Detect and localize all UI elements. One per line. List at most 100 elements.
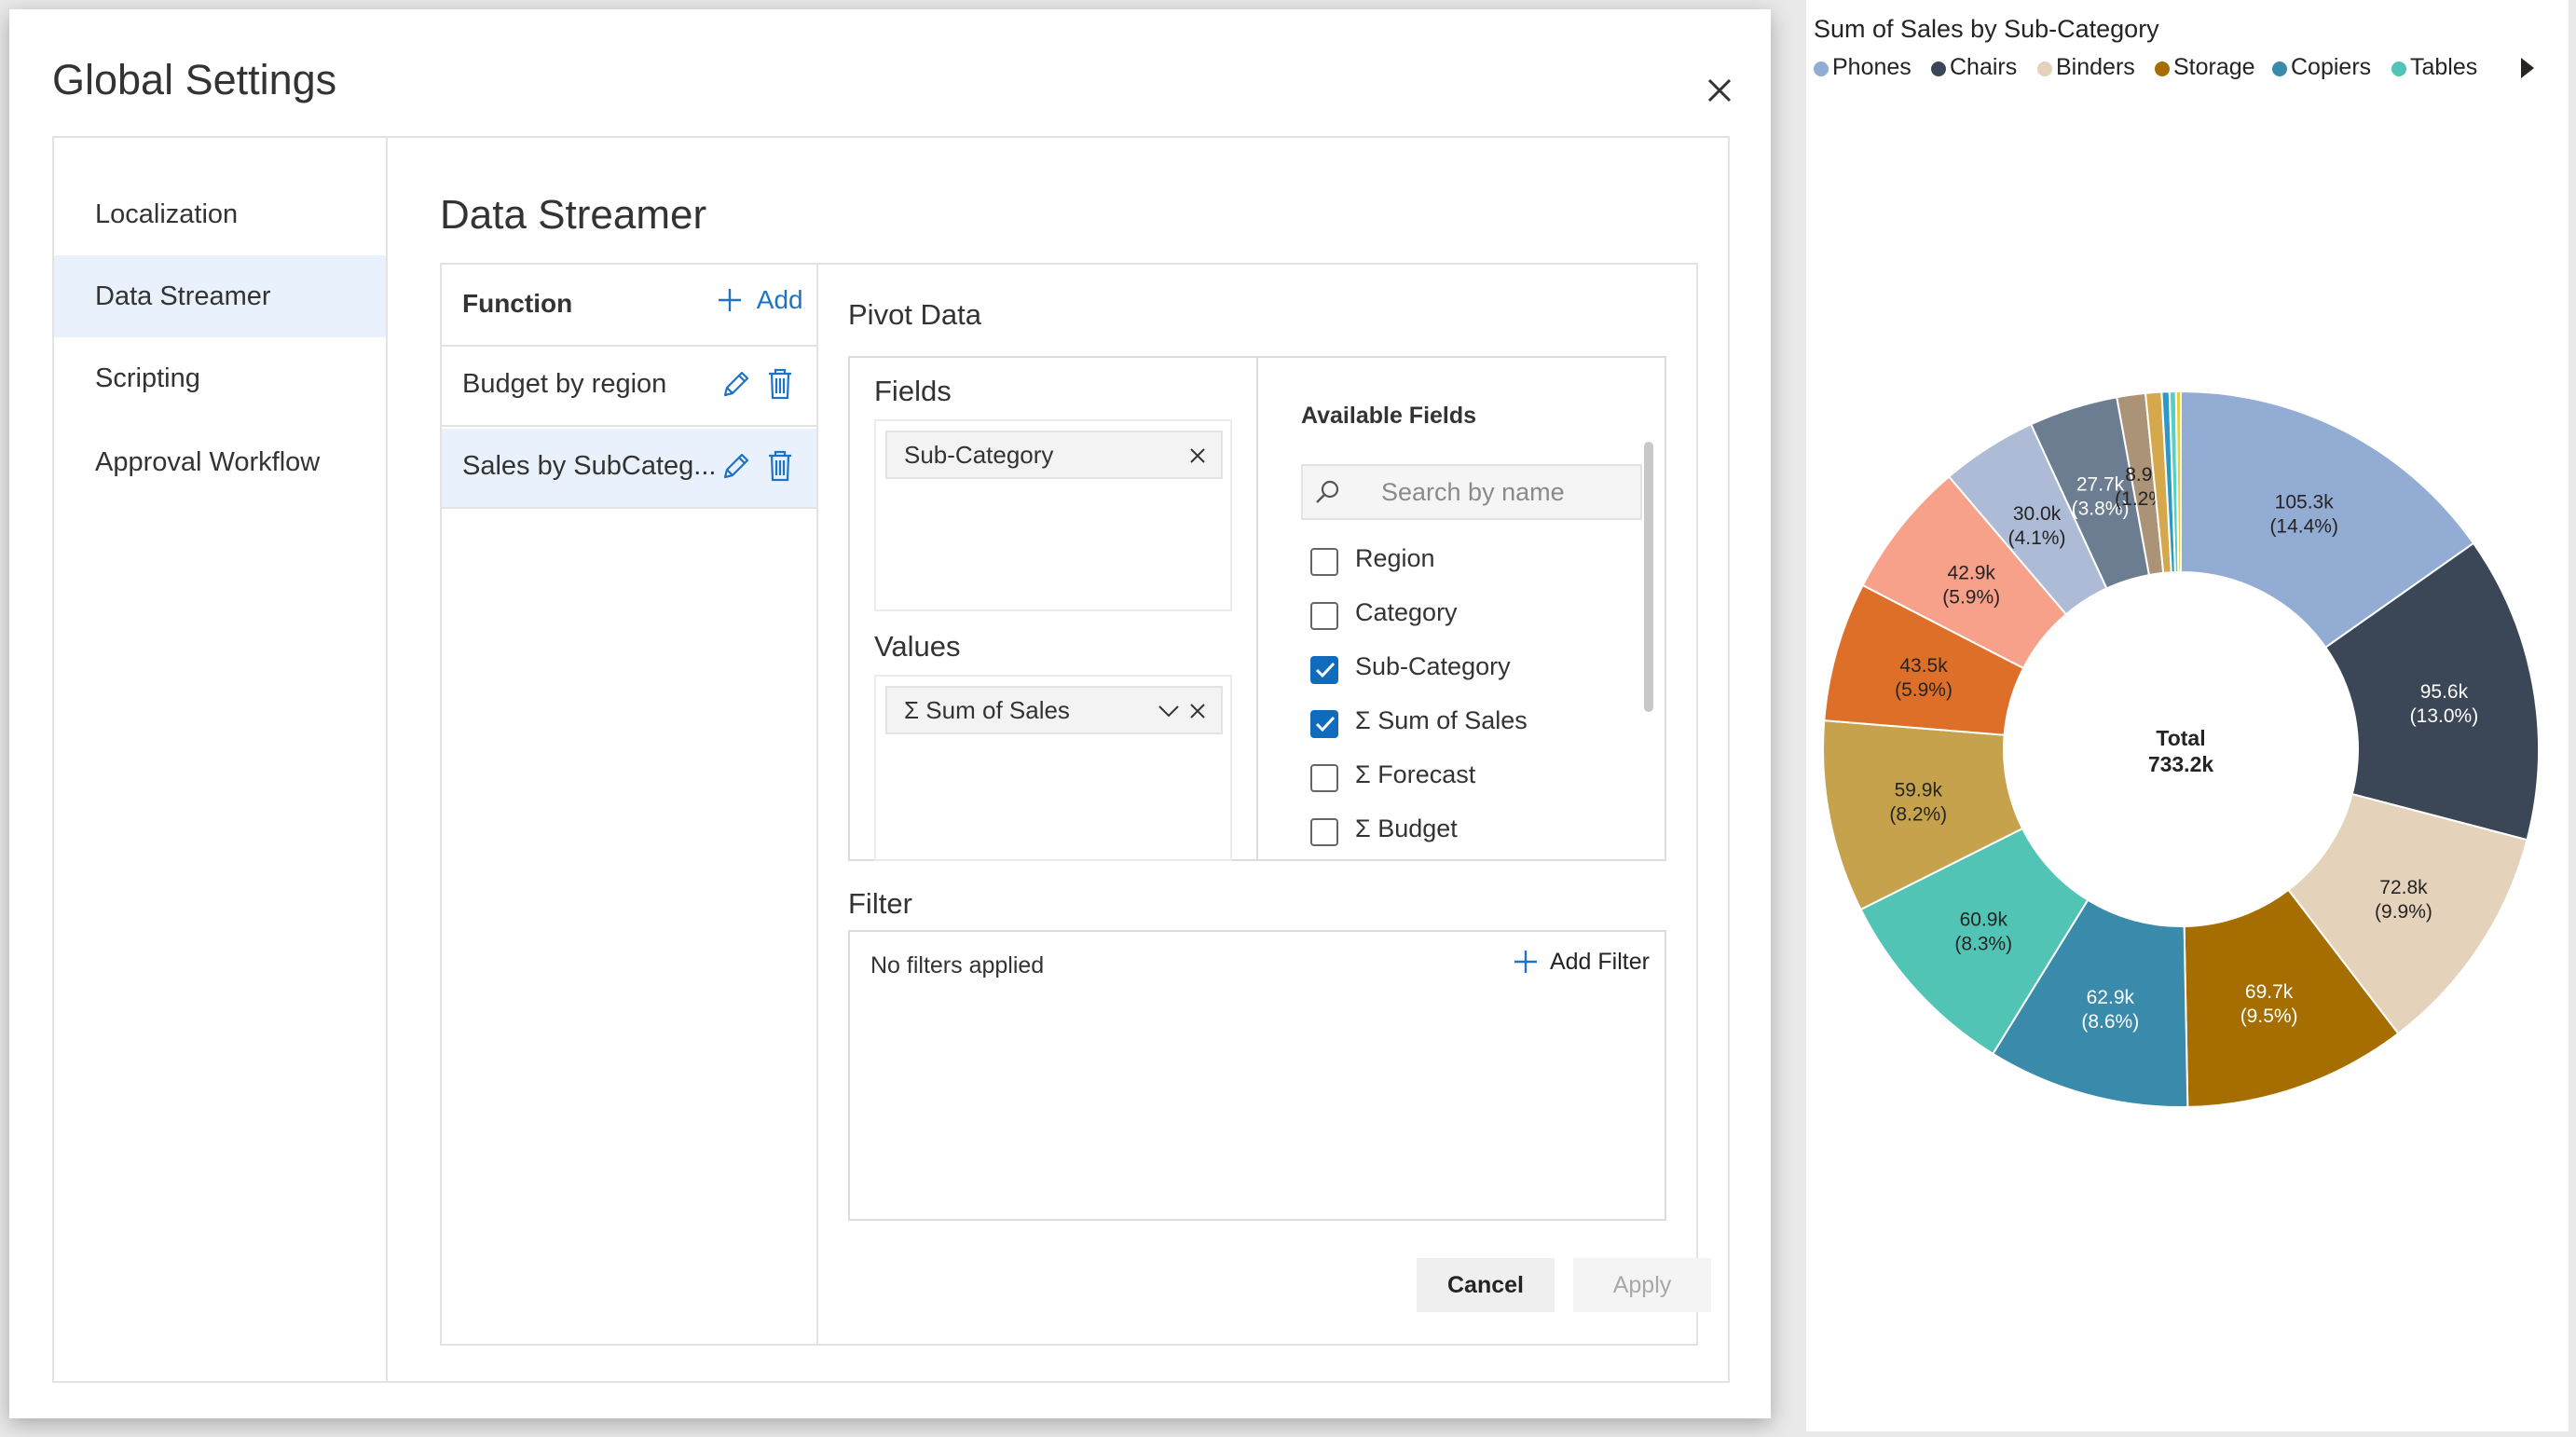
slice-value-label: 60.9k	[1960, 910, 2008, 931]
plus-icon	[719, 289, 741, 311]
pivot-data-title: Pivot Data	[848, 298, 982, 331]
fields-drop-zone[interactable]: Sub-Category	[874, 419, 1232, 611]
slice-value-label: 72.8k	[2379, 877, 2428, 898]
chart-panel: 105.3k (14.4%) 95.6k (13.0%) 72.8k (9.9%) 69.7…	[1806, 0, 2569, 1431]
slice-percent-label: (9.9%)	[2375, 901, 2432, 923]
slice-percent-label: (8.3%)	[1954, 934, 2012, 955]
function-item-label: Sales by SubCateg...	[462, 451, 717, 481]
checkbox[interactable]	[1310, 764, 1338, 792]
slice-value-label: 59.9k	[1895, 780, 1943, 801]
nav-item-approval-workflow[interactable]: Approval Workflow	[54, 421, 386, 503]
legend-dot	[2272, 62, 2287, 76]
chevron-down-icon[interactable]	[1158, 703, 1180, 719]
function-item-label: Budget by region	[462, 369, 667, 399]
slice-value-label: 42.9k	[1948, 563, 1996, 584]
apply-button[interactable]: Apply	[1573, 1258, 1711, 1312]
legend-dot	[2391, 62, 2406, 76]
slice-value-label: 43.5k	[1899, 655, 1948, 677]
slice-percent-label: (8.2%)	[1889, 804, 1947, 826]
section-title: Data Streamer	[440, 192, 707, 238]
slice-percent-label: (4.1%)	[2008, 527, 2066, 549]
legend-dot	[2155, 62, 2170, 76]
function-header-label: Function	[462, 289, 573, 318]
add-function-button[interactable]: Add	[718, 285, 803, 322]
data-streamer-panel: Function Add Budget by region Sales by S…	[440, 263, 1711, 1346]
field-chip-sub-category[interactable]: Sub-Category	[885, 431, 1223, 479]
field-label: Σ Forecast	[1355, 760, 1476, 788]
function-list-header: Function Add	[442, 265, 816, 347]
slice-value-label: 95.6k	[2420, 681, 2469, 703]
edit-icon[interactable]	[719, 369, 751, 401]
field-label: Region	[1355, 544, 1435, 572]
remove-icon[interactable]	[1187, 701, 1208, 721]
global-settings-dialog: Global Settings Localization Data Stream…	[9, 9, 1771, 1418]
delete-icon[interactable]	[766, 449, 794, 483]
add-filter-button[interactable]: Add Filter	[1514, 949, 1650, 976]
slice-percent-label: (5.9%)	[1942, 587, 2000, 609]
fields-title: Fields	[874, 375, 952, 407]
donut-center-label: Total	[2156, 726, 2205, 750]
checkmark-icon	[1315, 716, 1336, 732]
legend-label: Chairs	[1950, 54, 2018, 80]
slice-percent-label: (9.5%)	[2240, 1006, 2298, 1027]
no-filters-text: No filters applied	[870, 952, 1045, 979]
slice-value-label: 105.3k	[2275, 491, 2335, 513]
legend-dot	[1931, 62, 1946, 76]
close-button[interactable]	[1696, 67, 1743, 114]
pivot-divider	[1256, 358, 1258, 859]
value-chip-sum-of-sales[interactable]: Σ Sum of Sales	[885, 686, 1223, 734]
field-label: Σ Budget	[1355, 814, 1458, 842]
checkbox-checked[interactable]	[1310, 710, 1338, 738]
field-search-box	[1301, 464, 1642, 520]
slice-value-label: 62.9k	[2087, 987, 2135, 1008]
close-icon	[1707, 78, 1732, 103]
delete-icon[interactable]	[766, 367, 794, 401]
slice-percent-label: (8.6%)	[2081, 1011, 2139, 1033]
dialog-title: Global Settings	[52, 56, 337, 103]
settings-nav: Localization Data Streamer Scripting App…	[54, 138, 388, 1381]
cancel-button[interactable]: Cancel	[1417, 1258, 1555, 1312]
edit-icon[interactable]	[719, 451, 751, 483]
value-chip-label: Σ Sum of Sales	[904, 696, 1070, 724]
plus-icon	[1514, 951, 1537, 973]
slice-percent-label: (13.0%)	[2410, 705, 2479, 727]
filter-box: No filters applied Add Filter	[848, 930, 1666, 1221]
filter-title: Filter	[848, 887, 912, 920]
checkbox[interactable]	[1310, 602, 1338, 630]
settings-frame: Localization Data Streamer Scripting App…	[52, 136, 1730, 1383]
donut-chart: 105.3k(14.4%) 95.6k(13.0%) 72.8k (9.9%) 69.7…	[1822, 390, 2540, 1108]
add-filter-label: Add Filter	[1549, 949, 1650, 975]
field-search-input[interactable]	[1379, 473, 1631, 511]
slice-percent-label: (14.4%)	[2269, 515, 2338, 537]
nav-item-data-streamer[interactable]: Data Streamer	[54, 255, 386, 337]
function-item[interactable]: Budget by region	[442, 347, 816, 427]
legend-label: Copiers	[2291, 54, 2372, 80]
field-label: Σ Sum of Sales	[1355, 706, 1528, 734]
function-item[interactable]: Sales by SubCateg...	[442, 429, 816, 509]
available-fields-title: Available Fields	[1301, 403, 1477, 429]
legend-label: Storage	[2173, 54, 2255, 80]
donut-center-value: 733.2k	[2148, 752, 2214, 776]
nav-item-scripting[interactable]: Scripting	[54, 337, 386, 419]
checkmark-icon	[1315, 662, 1336, 678]
remove-icon[interactable]	[1187, 445, 1208, 466]
values-title: Values	[874, 630, 961, 663]
nav-item-localization[interactable]: Localization	[54, 173, 386, 255]
legend-dot	[1814, 62, 1829, 76]
checkbox[interactable]	[1310, 818, 1338, 846]
checkbox[interactable]	[1310, 548, 1338, 576]
legend-label: Phones	[1832, 54, 1911, 80]
field-chip-label: Sub-Category	[904, 441, 1054, 469]
add-function-label: Add	[756, 285, 803, 314]
legend-dot	[2037, 62, 2052, 76]
chart-title: Sum of Sales by Sub-Category	[1814, 15, 2159, 43]
fields-scrollbar[interactable]	[1644, 442, 1653, 712]
function-list: Function Add Budget by region Sales by S…	[442, 265, 818, 1344]
checkbox-checked[interactable]	[1310, 656, 1338, 684]
search-icon	[1316, 480, 1339, 503]
legend-next-icon[interactable]	[2518, 56, 2537, 80]
field-label: Sub-Category	[1355, 652, 1511, 680]
values-drop-zone[interactable]: Σ Sum of Sales	[874, 675, 1232, 861]
slice-value-label: 30.0k	[2013, 503, 2062, 525]
legend-label: Tables	[2410, 54, 2478, 80]
